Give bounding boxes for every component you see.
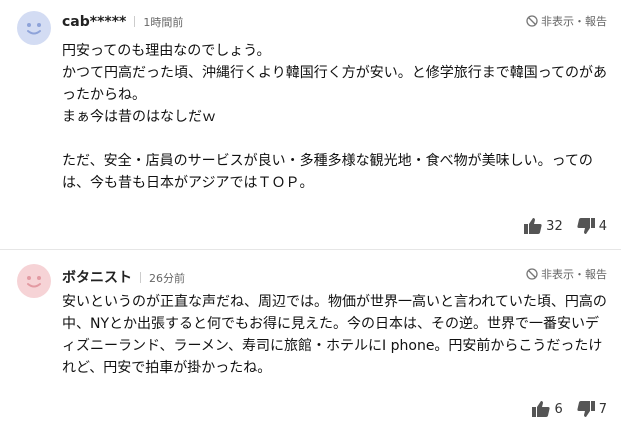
- vote-controls: 6 7: [532, 401, 607, 417]
- like-count: 32: [546, 218, 563, 234]
- divider: [134, 16, 136, 27]
- username[interactable]: ボタニスト: [62, 267, 132, 287]
- like-count: 6: [554, 401, 563, 417]
- thumbs-down-icon: [577, 401, 595, 417]
- divider: [140, 272, 141, 283]
- hide-report-button[interactable]: 非表示・報告: [526, 266, 607, 282]
- avatar: [17, 264, 51, 298]
- thumbs-up-icon: [524, 218, 542, 234]
- smiley-face-icon: [27, 23, 41, 35]
- dislike-button[interactable]: 4: [577, 218, 607, 234]
- avatar: [17, 11, 51, 45]
- no-entry-icon: [526, 268, 538, 280]
- like-button[interactable]: 6: [532, 401, 563, 417]
- dislike-count: 7: [598, 401, 607, 417]
- report-label: 非表示・報告: [541, 15, 607, 28]
- dislike-button[interactable]: 7: [577, 401, 607, 417]
- comment-body: 安いというのが正直な声だね、周辺では。物価が世界一高いと言われていた頃、円高の中…: [62, 294, 607, 376]
- comment-header: ボタニスト 26分前: [62, 267, 185, 287]
- comment-item: ボタニスト 26分前 非表示・報告 安いというのが正直な声だね、周辺では。物価が…: [0, 251, 621, 430]
- hide-report-button[interactable]: 非表示・報告: [526, 13, 607, 29]
- dislike-count: 4: [598, 218, 607, 234]
- timestamp: 1時間前: [143, 16, 184, 29]
- no-entry-icon: [526, 15, 538, 27]
- report-label: 非表示・報告: [541, 268, 607, 281]
- comment-item: cab***** 1時間前 非表示・報告 円安ってのも理由なのでしょう。 かつて…: [0, 0, 621, 250]
- username[interactable]: cab*****: [62, 14, 126, 30]
- vote-controls: 32 4: [524, 218, 607, 234]
- comment-body: 円安ってのも理由なのでしょう。 かつて円高だった頃、沖縄行くより韓国行く方が安い…: [62, 43, 608, 191]
- thumbs-down-icon: [577, 218, 595, 234]
- timestamp: 26分前: [149, 272, 185, 285]
- like-button[interactable]: 32: [524, 218, 563, 234]
- comment-header: cab***** 1時間前: [62, 14, 183, 30]
- smiley-face-icon: [27, 276, 41, 288]
- thumbs-up-icon: [532, 401, 551, 417]
